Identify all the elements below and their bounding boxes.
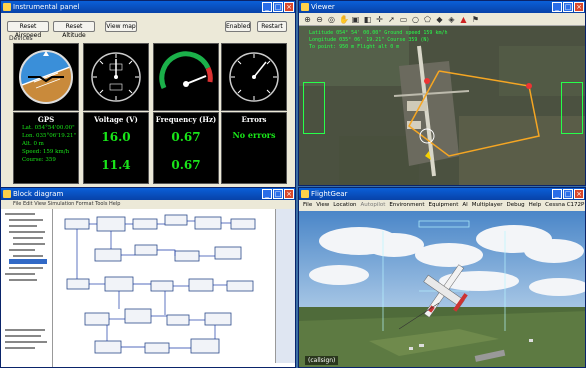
reset-airspeed-button[interactable]: Reset Airspeed bbox=[7, 21, 49, 39]
frequency-title: Frequency (Hz) bbox=[155, 115, 217, 124]
menu-autopilot[interactable]: Autopilot bbox=[361, 200, 386, 211]
voltage-readout: Voltage (V) 16.0 11.4 bbox=[83, 112, 149, 184]
altitude-tape bbox=[561, 82, 583, 134]
flight-scene[interactable]: (callsign) bbox=[299, 211, 585, 367]
voltage-gauge bbox=[83, 43, 149, 111]
maximize-button[interactable]: □ bbox=[273, 189, 283, 199]
blocks-title: Block diagram bbox=[13, 190, 64, 198]
close-button[interactable]: × bbox=[574, 189, 584, 199]
polygon-icon[interactable]: ⬠ bbox=[423, 15, 432, 24]
frequency-readout: Frequency (Hz) 0.67 0.67 bbox=[153, 112, 219, 184]
circle-icon[interactable]: ○ bbox=[411, 15, 420, 24]
menu-environment[interactable]: Environment bbox=[389, 200, 424, 211]
reset-altitude-button[interactable]: Reset Altitude bbox=[53, 21, 95, 39]
menu-location[interactable]: Location bbox=[333, 200, 356, 211]
voltage-title: Voltage (V) bbox=[94, 115, 138, 124]
flightgear-titlebar[interactable]: FlightGear _ □ × bbox=[299, 188, 585, 200]
callsign-label: (callsign) bbox=[305, 356, 339, 365]
app-icon bbox=[3, 3, 11, 11]
devices-label: Devices bbox=[9, 35, 33, 42]
speed-tape bbox=[303, 82, 325, 134]
viewer-title: Viewer bbox=[311, 3, 335, 11]
marker-icon[interactable]: ◆ bbox=[435, 15, 444, 24]
point-icon[interactable]: ✛ bbox=[375, 15, 384, 24]
menu-equipment[interactable]: Equipment bbox=[429, 200, 459, 211]
gps-alt: Alt. 0 m bbox=[22, 141, 44, 147]
menu-ai[interactable]: AI bbox=[462, 200, 467, 211]
menu-debug[interactable]: Debug bbox=[507, 200, 525, 211]
hud-line-1: Latitude 054° 54' 00.00" Ground speed 15… bbox=[309, 30, 448, 36]
block-canvas[interactable] bbox=[55, 209, 275, 363]
flightgear-menubar: File View Location Autopilot Environment… bbox=[299, 200, 585, 211]
layers-icon[interactable]: ◧ bbox=[363, 15, 372, 24]
block-diagram-window: Block diagram _ □ × File Edit View Simul… bbox=[0, 187, 296, 368]
panel-titlebar[interactable]: Instrumental panel _ □ × bbox=[1, 1, 295, 13]
frequency-value-2: 0.67 bbox=[171, 158, 201, 172]
close-button[interactable]: × bbox=[574, 2, 584, 12]
flag-icon[interactable]: ⚑ bbox=[471, 15, 480, 24]
gps-course: Course: 359 bbox=[22, 157, 56, 163]
maximize-button[interactable]: □ bbox=[563, 2, 573, 12]
frequency-gauge bbox=[153, 43, 219, 111]
menu-file[interactable]: File bbox=[303, 200, 312, 211]
pan-hand-icon[interactable]: ✋ bbox=[339, 15, 349, 24]
errors-gauge bbox=[221, 43, 287, 111]
restart-button[interactable]: Restart bbox=[257, 21, 287, 32]
hud-line-3: To point: 950 m Flight alt 0 m bbox=[309, 44, 400, 50]
close-button[interactable]: × bbox=[284, 189, 294, 199]
errors-readout: Errors No errors bbox=[221, 112, 287, 184]
menu-multiplayer[interactable]: Multiplayer bbox=[472, 200, 503, 211]
zoom-in-icon[interactable]: ⊕ bbox=[303, 15, 312, 24]
menu-aircraft[interactable]: Cessna C172P bbox=[545, 200, 584, 211]
gps-speed: Speed: 159 km/h bbox=[22, 149, 70, 155]
voltage-value-2: 11.4 bbox=[101, 158, 131, 172]
menu-view[interactable]: View bbox=[316, 200, 329, 211]
gps-title: GPS bbox=[37, 115, 55, 124]
gps-lat: Lat. 054°54'00.00" bbox=[22, 125, 75, 131]
properties-panel[interactable] bbox=[275, 209, 295, 363]
minimize-button[interactable]: _ bbox=[262, 189, 272, 199]
gps-readout: GPS Lat. 054°54'00.00" Lon. 035°06'19.21… bbox=[13, 112, 79, 184]
zoom-out-icon[interactable]: ⊖ bbox=[315, 15, 324, 24]
viewer-titlebar[interactable]: Viewer _ □ × bbox=[299, 1, 585, 13]
hud-line-2: Longitude 035° 06' 19.21" Course 359 (N) bbox=[309, 37, 430, 43]
viewer-window: Viewer _ □ × ⊕ ⊖ ◎ ✋ ▣ ◧ ✛ ➚ ▭ ○ ⬠ ◆ ◈ ▲… bbox=[298, 0, 586, 186]
frequency-value-1: 0.67 bbox=[171, 130, 201, 144]
app-icon bbox=[301, 3, 309, 11]
blocks-menubar[interactable]: File Edit View Simulation Format Tools H… bbox=[1, 200, 295, 209]
blocks-titlebar[interactable]: Block diagram _ □ × bbox=[1, 188, 295, 200]
tag-icon[interactable]: ◈ bbox=[447, 15, 456, 24]
errors-title: Errors bbox=[241, 115, 267, 124]
rectangle-icon[interactable]: ▭ bbox=[399, 15, 408, 24]
menu-help[interactable]: Help bbox=[529, 200, 542, 211]
app-icon bbox=[3, 190, 11, 198]
flightgear-title: FlightGear bbox=[311, 190, 348, 198]
arrow-icon[interactable]: ➚ bbox=[387, 15, 396, 24]
flightgear-window: FlightGear _ □ × File View Location Auto… bbox=[298, 187, 586, 368]
view-map-button[interactable]: View map bbox=[105, 21, 137, 32]
maximize-button[interactable]: □ bbox=[563, 189, 573, 199]
viewer-toolbar: ⊕ ⊖ ◎ ✋ ▣ ◧ ✛ ➚ ▭ ○ ⬠ ◆ ◈ ▲ ⚑ bbox=[299, 13, 585, 26]
minimize-button[interactable]: _ bbox=[552, 189, 562, 199]
model-tree[interactable] bbox=[1, 209, 53, 367]
zoom-fit-icon[interactable]: ◎ bbox=[327, 15, 336, 24]
gps-lon: Lon. 035°06'19.21" bbox=[22, 133, 77, 139]
satellite-map[interactable]: Latitude 054° 54' 00.00" Ground speed 15… bbox=[299, 26, 585, 185]
voltage-value-1: 16.0 bbox=[101, 130, 131, 144]
instrumental-panel-window: Instrumental panel _ □ × Reset Airspeed … bbox=[0, 0, 296, 188]
enabled-button[interactable]: Enabled bbox=[225, 21, 251, 32]
minimize-button[interactable]: _ bbox=[262, 2, 272, 12]
close-button[interactable]: × bbox=[284, 2, 294, 12]
app-icon bbox=[301, 190, 309, 198]
warning-icon[interactable]: ▲ bbox=[459, 15, 468, 24]
minimize-button[interactable]: _ bbox=[552, 2, 562, 12]
select-icon[interactable]: ▣ bbox=[351, 15, 360, 24]
attitude-indicator bbox=[13, 43, 79, 111]
maximize-button[interactable]: □ bbox=[273, 2, 283, 12]
panel-title: Instrumental panel bbox=[13, 3, 80, 11]
errors-text: No errors bbox=[232, 130, 276, 140]
